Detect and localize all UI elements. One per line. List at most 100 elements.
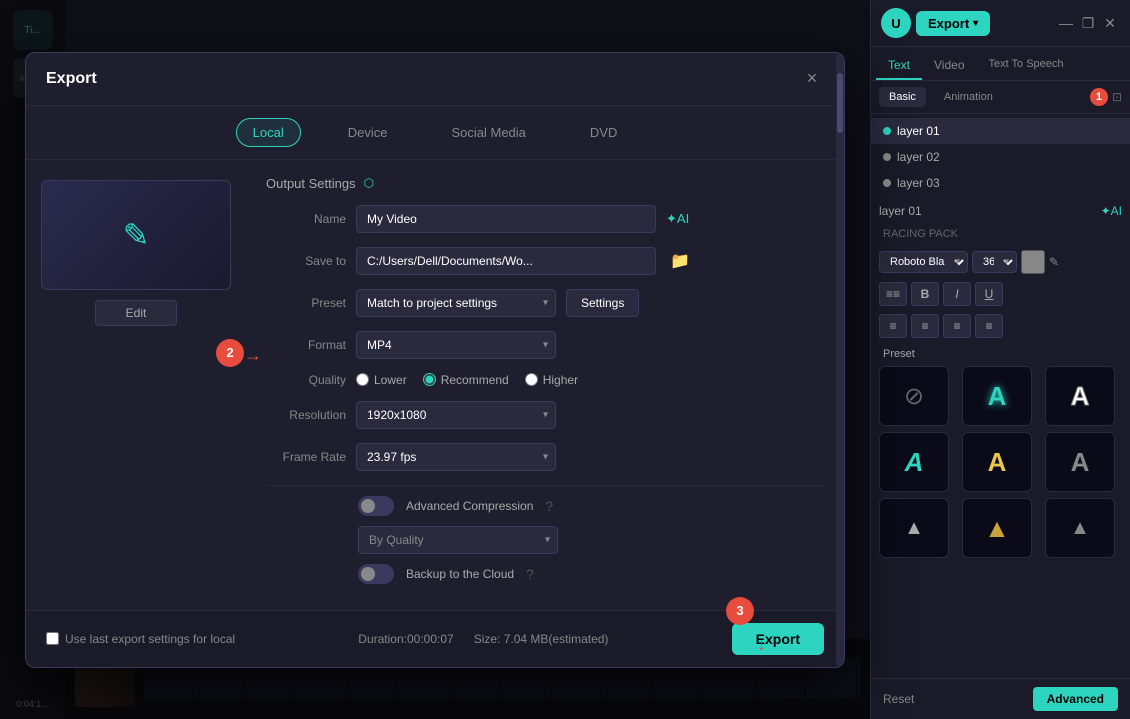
align-justify-button[interactable]: ≡ (975, 314, 1003, 338)
preset-grid: ⊘ A A A A A ▲ ▲ ▲ (871, 366, 1130, 558)
preset-item-1[interactable]: ⊘ (879, 366, 949, 426)
modal-footer: Use last export settings for local Durat… (26, 610, 844, 667)
format-bold-button[interactable]: B (911, 282, 939, 306)
preset-label: Preset (871, 342, 1130, 366)
align-left-button[interactable]: ≡ (879, 314, 907, 338)
preset-item-3[interactable]: A (1045, 366, 1115, 426)
modal-scrollbar[interactable] (836, 53, 844, 667)
subtab-animation[interactable]: Animation (934, 87, 1003, 107)
format-underline-button[interactable]: U (975, 282, 1003, 306)
layer-dot-3 (883, 179, 891, 187)
name-input[interactable] (356, 205, 656, 233)
preset-item-2[interactable]: A (962, 366, 1032, 426)
modal-tab-local[interactable]: Local (236, 118, 301, 147)
tab-video[interactable]: Video (922, 52, 976, 80)
layer-dot-1 (883, 127, 891, 135)
close-window-button[interactable]: ✕ (1100, 13, 1120, 33)
preview-icon: ✎ (123, 216, 150, 254)
duration-info: Duration:00:00:07 (358, 632, 453, 646)
modal-tab-social[interactable]: Social Media (434, 118, 542, 147)
settings-icon: ⬡ (364, 176, 374, 190)
preview-thumbnail: ✎ (41, 180, 231, 290)
remember-settings-checkbox[interactable] (46, 632, 59, 645)
resolution-label: Resolution (266, 408, 346, 422)
ai-icon: ✦AI (1101, 204, 1122, 218)
preset-select[interactable]: Match to project settings (356, 289, 556, 317)
layer-item-3[interactable]: layer 03 (871, 170, 1130, 196)
advanced-compression-toggle[interactable] (358, 496, 394, 516)
backup-cloud-help-icon[interactable]: ? (526, 566, 534, 582)
export-button[interactable]: Export (732, 623, 824, 655)
layer-item-2[interactable]: layer 02 (871, 144, 1130, 170)
quality-options: Lower Recommend Higher (356, 373, 578, 387)
reset-button[interactable]: Reset (883, 692, 914, 706)
advanced-compression-label: Advanced Compression (406, 499, 533, 513)
quality-preset-select[interactable]: By Quality (358, 526, 558, 554)
export-modal: Export × Local Device Social Media DVD (25, 52, 845, 668)
preset-item-6[interactable]: A (1045, 432, 1115, 492)
save-to-input[interactable] (356, 247, 656, 275)
modal-body: ✎ Edit Output Settings ⬡ Name (26, 160, 844, 610)
format-lines-button[interactable]: ≡≡ (879, 282, 907, 306)
name-label: Name (266, 212, 346, 226)
preset-item-5[interactable]: A (962, 432, 1032, 492)
format-italic-button[interactable]: I (943, 282, 971, 306)
ai-name-icon[interactable]: ✦AI (666, 211, 689, 227)
advanced-compression-help-icon[interactable]: ? (545, 498, 553, 514)
preset-item-9[interactable]: ▲ (1045, 498, 1115, 558)
modal-tab-device[interactable]: Device (331, 118, 405, 147)
align-center-button[interactable]: ≡ (911, 314, 939, 338)
backup-cloud-toggle[interactable] (358, 564, 394, 584)
font-color-picker[interactable] (1021, 250, 1045, 274)
right-panel-tabs: Text Video Text To Speech (871, 47, 1130, 81)
settings-button[interactable]: Settings (566, 289, 639, 317)
export-top-button[interactable]: Export ▾ (916, 11, 990, 36)
right-panel: U Export ▾ — ❐ ✕ Text Video Text To Spee… (870, 0, 1130, 719)
preset-label-field: Preset (266, 296, 346, 310)
align-right-button[interactable]: ≡ (943, 314, 971, 338)
remember-settings-row: Use last export settings for local (46, 632, 235, 646)
modal-preview: ✎ Edit (26, 160, 246, 610)
layer-item-1[interactable]: layer 01 (871, 118, 1130, 144)
modal-title: Export (46, 70, 97, 88)
app-container: Ti... ic D... ✂ 0:04:1... U Export ▾ (0, 0, 1130, 719)
preset-item-8[interactable]: ▲ (962, 498, 1032, 558)
format-select[interactable]: MP4 (356, 331, 556, 359)
right-subtabs: Basic Animation 1 ⊡ (871, 81, 1130, 114)
subtab-basic[interactable]: Basic (879, 87, 926, 107)
name-row: Name ✦AI (266, 205, 824, 233)
maximize-button[interactable]: ❐ (1078, 13, 1098, 33)
quality-recommend[interactable]: Recommend (423, 373, 509, 387)
modal-tab-dvd[interactable]: DVD (573, 118, 634, 147)
step-badge-3: 3 (726, 597, 754, 625)
tab-text[interactable]: Text (876, 52, 922, 80)
folder-button[interactable]: 📁 (666, 251, 694, 271)
color-edit-icon[interactable]: ✎ (1049, 255, 1059, 269)
step-badge-1: 1 (1090, 88, 1108, 106)
font-select[interactable]: Roboto Bla (879, 251, 968, 273)
frame-rate-select[interactable]: 23.97 fps (356, 443, 556, 471)
modal-overlay: Export × Local Device Social Media DVD (0, 0, 870, 719)
divider-1 (266, 485, 824, 486)
quality-lower[interactable]: Lower (356, 373, 407, 387)
tab-texttospeech[interactable]: Text To Speech (977, 52, 1076, 80)
backup-cloud-row: Backup to the Cloud ? (266, 564, 824, 584)
font-controls: Roboto Bla 36 ✎ (871, 246, 1130, 278)
bottom-action-row: Reset Advanced (871, 678, 1130, 719)
preset-item-4[interactable]: A (879, 432, 949, 492)
resolution-select-wrapper: 1920x1080 (356, 401, 556, 429)
advanced-button[interactable]: Advanced (1033, 687, 1118, 711)
preview-edit-button[interactable]: Edit (95, 300, 178, 326)
font-size-select[interactable]: 36 (972, 251, 1017, 273)
preset-select-wrapper: Match to project settings (356, 289, 556, 317)
export-btn-wrapper: 3 ↓ Export (732, 623, 824, 655)
remember-settings-label: Use last export settings for local (65, 632, 235, 646)
output-settings-title: Output Settings ⬡ (266, 176, 824, 191)
modal-close-button[interactable]: × (800, 67, 824, 91)
minimize-button[interactable]: — (1056, 13, 1076, 33)
resolution-select[interactable]: 1920x1080 (356, 401, 556, 429)
frame-rate-select-wrapper: 23.97 fps (356, 443, 556, 471)
quality-preset-row: By Quality (358, 526, 824, 554)
preset-item-7[interactable]: ▲ (879, 498, 949, 558)
quality-higher[interactable]: Higher (525, 373, 578, 387)
